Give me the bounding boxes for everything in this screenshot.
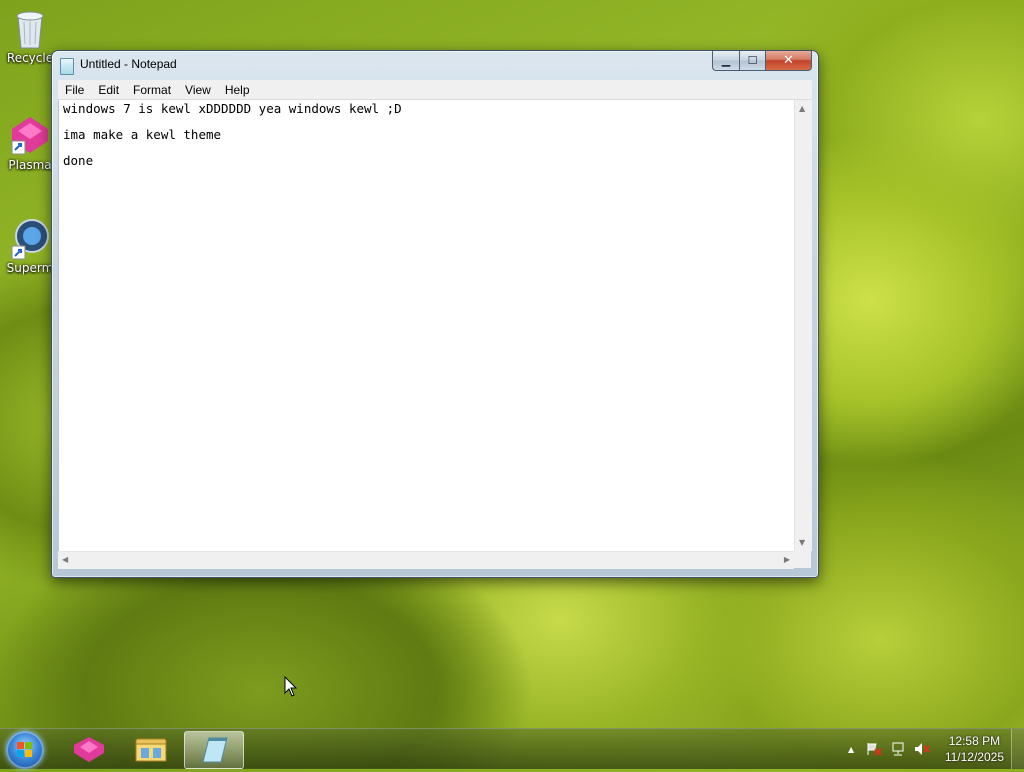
text-line: ima make a kewl theme <box>63 127 222 142</box>
maximize-icon: ☐ <box>747 54 758 67</box>
mouse-cursor-icon <box>284 675 298 702</box>
taskbar-plasma-button[interactable] <box>60 731 118 767</box>
windows-logo-icon <box>17 742 33 758</box>
menu-format[interactable]: Format <box>126 83 178 97</box>
network-icon[interactable] <box>890 742 906 759</box>
notepad-icon <box>202 737 228 763</box>
notepad-window[interactable]: Untitled - Notepad ▁ ☐ ✕ File Edit Forma… <box>51 50 819 578</box>
superm-icon <box>10 218 50 260</box>
title-bar[interactable]: Untitled - Notepad ▁ ☐ ✕ <box>52 51 818 79</box>
action-center-flag-icon[interactable] <box>866 742 882 759</box>
minimize-icon: ▁ <box>721 54 731 67</box>
system-tray: ▲ 12:58 PM 11/12/2025 <box>834 729 1024 769</box>
menu-help[interactable]: Help <box>218 83 257 97</box>
scroll-left-icon[interactable]: ◀ <box>62 555 68 564</box>
start-button[interactable] <box>6 731 44 769</box>
taskbar-explorer-button[interactable] <box>122 731 180 767</box>
window-title: Untitled - Notepad <box>80 57 177 71</box>
vertical-scrollbar[interactable]: ▲ ▼ <box>794 100 812 551</box>
window-controls: ▁ ☐ ✕ <box>712 51 812 71</box>
taskbar-notepad-button[interactable] <box>184 731 244 769</box>
scroll-up-icon[interactable]: ▲ <box>799 104 805 113</box>
size-grip[interactable] <box>794 551 811 568</box>
scroll-down-icon[interactable]: ▼ <box>799 538 805 547</box>
notepad-icon[interactable] <box>60 58 74 75</box>
text-editor[interactable]: windows 7 is kewl xDDDDDD yea windows ke… <box>58 100 795 551</box>
volume-muted-icon[interactable] <box>914 742 930 759</box>
clock[interactable]: 12:58 PM 11/12/2025 <box>945 733 1004 765</box>
show-desktop-button[interactable] <box>1011 729 1024 769</box>
folder-icon <box>135 738 167 762</box>
maximize-button[interactable]: ☐ <box>739 51 765 71</box>
show-hidden-icons-icon[interactable]: ▲ <box>848 745 854 754</box>
clock-time: 12:58 PM <box>948 734 1001 748</box>
recycle-bin-icon <box>10 8 50 49</box>
menu-bar: File Edit Format View Help <box>58 80 812 100</box>
text-line: windows 7 is kewl xDDDDDD yea windows ke… <box>63 101 402 116</box>
taskbar: ▲ 12:58 PM 11/12/2025 <box>0 728 1024 769</box>
clock-date: 11/12/2025 <box>944 750 1004 764</box>
text-line: done <box>63 153 94 168</box>
plasma-icon <box>74 737 104 762</box>
plasma-icon <box>10 115 50 155</box>
minimize-button[interactable]: ▁ <box>712 51 739 71</box>
scroll-right-icon[interactable]: ▶ <box>784 555 790 564</box>
close-button[interactable]: ✕ <box>765 51 812 71</box>
menu-file[interactable]: File <box>58 83 91 97</box>
close-icon: ✕ <box>783 53 794 68</box>
horizontal-scrollbar[interactable]: ◀ ▶ <box>58 551 794 569</box>
menu-edit[interactable]: Edit <box>91 83 126 97</box>
menu-view[interactable]: View <box>178 83 218 97</box>
